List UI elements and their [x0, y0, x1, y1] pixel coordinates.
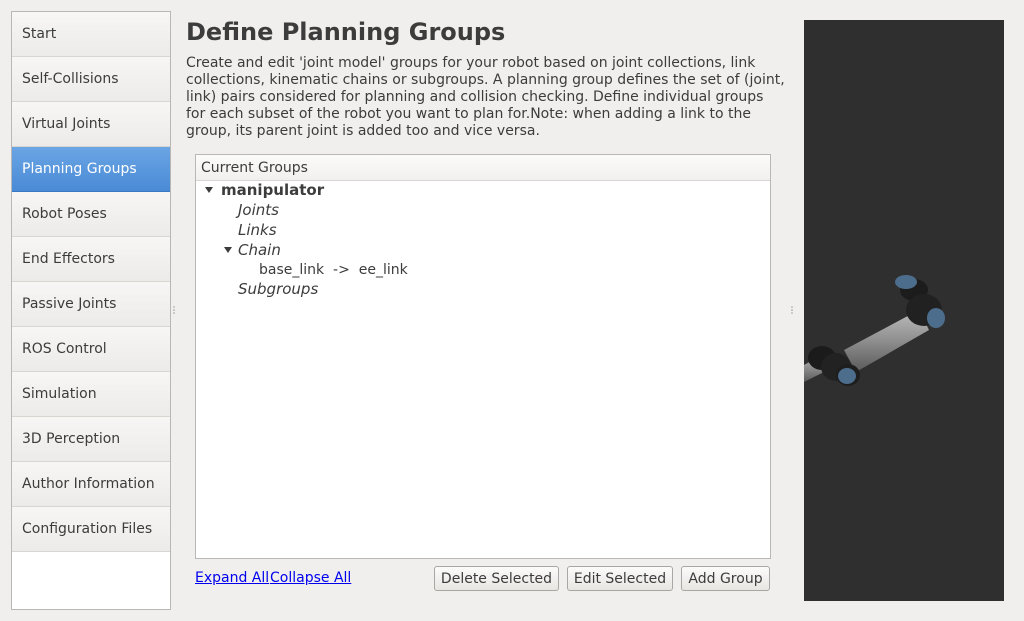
robot-arm-render — [804, 275, 945, 386]
sidebar-item-simulation[interactable]: Simulation — [12, 372, 170, 417]
add-group-button[interactable]: Add Group — [681, 566, 770, 591]
sidebar-item-virtual-joints[interactable]: Virtual Joints — [12, 102, 170, 147]
collapse-all-link[interactable]: Collapse All — [270, 570, 351, 586]
sidebar-item-passive-joints[interactable]: Passive Joints — [12, 282, 170, 327]
sidebar-item-label: Self-Collisions — [22, 71, 119, 87]
tree-item-subgroups[interactable]: Subgroups — [238, 279, 318, 299]
tree-item-links[interactable]: Links — [238, 220, 277, 240]
sidebar-item-configuration-files[interactable]: Configuration Files — [12, 507, 170, 552]
sidebar-item-label: Robot Poses — [22, 206, 107, 222]
sidebar-item-3d-perception[interactable]: 3D Perception — [12, 417, 170, 462]
sidebar-item-label: Configuration Files — [22, 521, 153, 537]
tree-header-label: Current Groups — [201, 159, 308, 176]
sidebar-item-label: Planning Groups — [22, 161, 137, 177]
tree-item-joints[interactable]: Joints — [238, 200, 279, 220]
sidebar-item-self-collisions[interactable]: Self-Collisions — [12, 57, 170, 102]
tree-item-group[interactable]: manipulator — [205, 180, 324, 200]
sidebar-nav: Start Self-Collisions Virtual Joints Pla… — [11, 11, 171, 610]
sidebar-item-start[interactable]: Start — [12, 12, 170, 57]
tree-item-chain-entry[interactable]: base_link -> ee_link — [259, 260, 408, 280]
expand-all-link[interactable]: Expand All — [195, 570, 269, 586]
robot-3d-viewport[interactable] — [804, 20, 1004, 601]
sidebar-item-label: Virtual Joints — [22, 116, 111, 132]
sidebar-item-end-effectors[interactable]: End Effectors — [12, 237, 170, 282]
sidebar-item-author-information[interactable]: Author Information — [12, 462, 170, 507]
sidebar-item-label: ROS Control — [22, 341, 107, 357]
expanded-arrow-icon[interactable] — [224, 247, 232, 253]
tree-item-chain[interactable]: Chain — [224, 240, 281, 260]
sidebar-item-label: Passive Joints — [22, 296, 117, 312]
sidebar-item-planning-groups[interactable]: Planning Groups — [12, 147, 170, 192]
sidebar-item-ros-control[interactable]: ROS Control — [12, 327, 170, 372]
page-title: Define Planning Groups — [186, 18, 506, 46]
delete-selected-button[interactable]: Delete Selected — [434, 566, 559, 591]
sidebar-item-label: Simulation — [22, 386, 97, 402]
sidebar-item-label: End Effectors — [22, 251, 115, 267]
sidebar-item-robot-poses[interactable]: Robot Poses — [12, 192, 170, 237]
groups-tree[interactable]: Current Groups manipulator Joints Links … — [195, 154, 771, 559]
sidebar-item-label: Author Information — [22, 476, 155, 492]
left-splitter-handle[interactable] — [172, 305, 176, 315]
page-description: Create and edit 'joint model' groups for… — [186, 55, 785, 139]
edit-selected-button[interactable]: Edit Selected — [567, 566, 673, 591]
expanded-arrow-icon[interactable] — [205, 187, 213, 193]
grip-icon — [173, 306, 175, 314]
sidebar-item-label: Start — [22, 26, 57, 42]
grip-icon — [791, 306, 793, 314]
tree-header: Current Groups — [196, 155, 770, 181]
right-splitter-handle[interactable] — [790, 305, 794, 315]
sidebar-item-label: 3D Perception — [22, 431, 121, 447]
